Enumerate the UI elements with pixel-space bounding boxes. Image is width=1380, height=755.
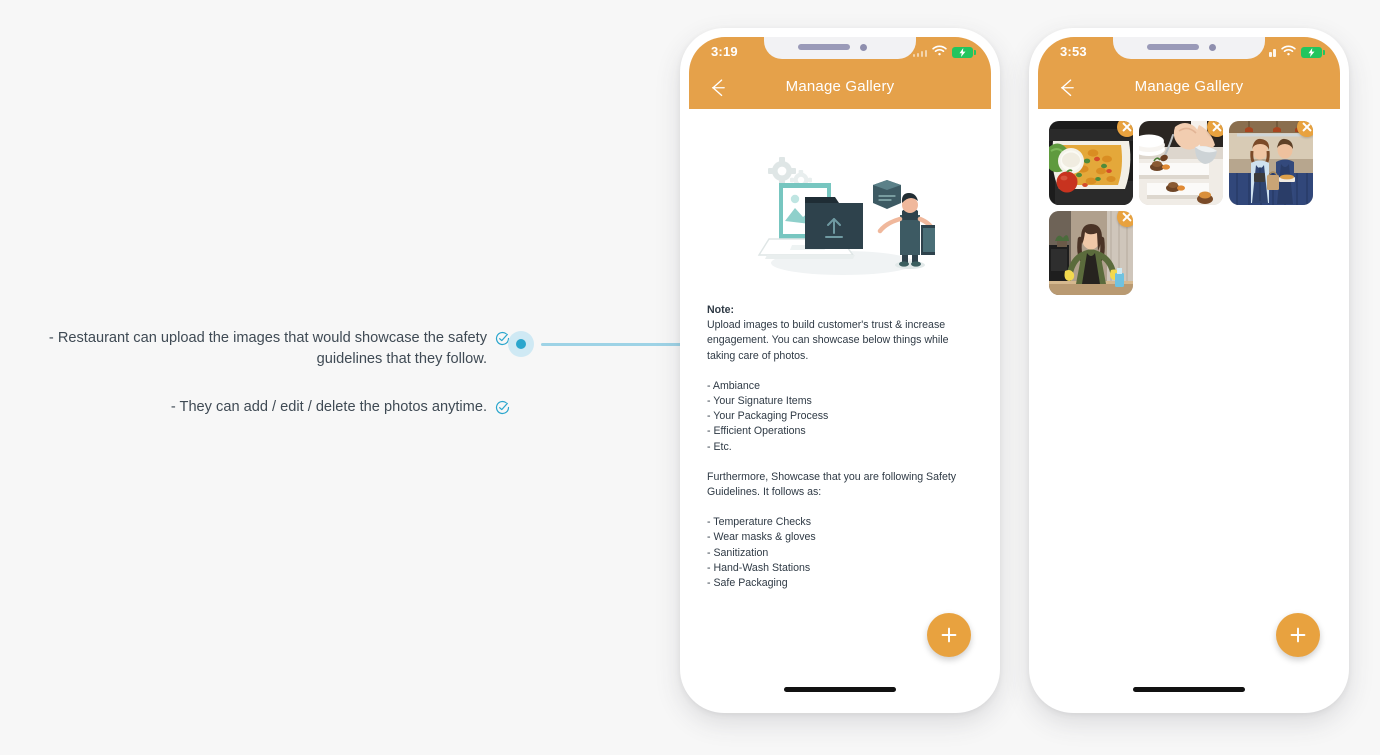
annotation-text: - Restaurant can upload the images that …	[48, 330, 487, 367]
note-list-item: - Safe Packaging	[707, 577, 788, 590]
note-list-item: - Etc.	[707, 440, 732, 453]
phone1-statusbar: 3:19	[689, 37, 991, 71]
note-list-item: - Wear masks & gloves	[707, 531, 816, 544]
add-photo-fab-button[interactable]	[1276, 613, 1320, 657]
note-paragraph-2: Furthermore, Showcase that you are follo…	[707, 470, 957, 499]
wifi-icon	[932, 43, 947, 61]
speaker-grille	[798, 44, 850, 50]
plus-icon	[1290, 627, 1306, 643]
page-title: Manage Gallery	[785, 78, 895, 95]
note-list-item: - Your Packaging Process	[707, 410, 829, 423]
connector-line	[541, 342, 685, 346]
annotation-item: - They can add / edit / delete the photo…	[40, 397, 510, 418]
phone2-screen: 3:53 Manage Gallery	[1038, 37, 1340, 704]
notch	[764, 37, 916, 59]
annotation-list: - Restaurant can upload the images that …	[40, 328, 510, 418]
delete-circle-icon[interactable]	[1117, 211, 1133, 227]
annotation-item: - Restaurant can upload the images that …	[40, 328, 510, 369]
thumbnail-woman-cleaning-gloves[interactable]	[1049, 211, 1133, 295]
thumbnail-chef-plating-dish[interactable]	[1139, 121, 1223, 205]
note-list-item: - Temperature Checks	[707, 516, 812, 529]
phone-mockup-empty-gallery: 3:19 Manage Gallery Note: Upload images …	[680, 28, 1000, 713]
annotation-text: - They can add / edit / delete the photo…	[170, 399, 487, 415]
add-photo-fab-button[interactable]	[927, 613, 971, 657]
note-paragraph: Upload images to build customer's trust …	[707, 319, 949, 362]
battery-charging-icon	[952, 46, 976, 58]
phone2-statusbar: 3:53	[1038, 37, 1340, 71]
check-circle-icon	[495, 400, 510, 415]
status-icons	[1268, 43, 1325, 61]
phone-mockup-filled-gallery: 3:53 Manage Gallery	[1029, 28, 1349, 713]
home-indicator	[784, 687, 896, 692]
note-title: Note:	[707, 304, 735, 316]
phone1-screen: 3:19 Manage Gallery Note: Upload images …	[689, 37, 991, 704]
thumbnail-restaurant-staff-couple[interactable]	[1229, 121, 1313, 205]
phone2-topbar: 3:53 Manage Gallery	[1038, 37, 1340, 109]
illustration-wrap	[689, 149, 991, 289]
phone1-topbar: 3:19 Manage Gallery	[689, 37, 991, 109]
page-title: Manage Gallery	[1134, 78, 1244, 95]
connector-dot	[516, 339, 526, 349]
status-time: 3:53	[1060, 44, 1087, 59]
delete-circle-icon[interactable]	[1297, 121, 1313, 137]
status-icons	[912, 43, 976, 61]
note-list-item: - Hand-Wash Stations	[707, 561, 811, 574]
speaker-grille	[1147, 44, 1199, 50]
gallery-grid	[1038, 109, 1340, 295]
home-indicator	[1133, 687, 1245, 692]
wifi-icon	[1281, 43, 1296, 61]
thumbnail-takeout-pasta-box[interactable]	[1049, 121, 1133, 205]
signal-bars-icon	[1268, 47, 1276, 57]
signal-dots-icon	[912, 47, 927, 57]
front-camera-icon	[860, 44, 867, 51]
note-block: Note: Upload images to build customer's …	[689, 289, 991, 591]
phone1-content: Note: Upload images to build customer's …	[689, 109, 991, 704]
phone2-content	[1038, 109, 1340, 704]
delete-circle-icon[interactable]	[1117, 121, 1133, 137]
status-time: 3:19	[711, 44, 738, 59]
annotation-connector	[508, 331, 688, 357]
front-camera-icon	[1209, 44, 1216, 51]
plus-icon	[941, 627, 957, 643]
battery-charging-icon	[1301, 46, 1325, 58]
note-list-item: - Efficient Operations	[707, 425, 806, 438]
delete-circle-icon[interactable]	[1207, 121, 1223, 137]
note-list-item: - Ambiance	[707, 379, 760, 392]
note-list-item: - Sanitization	[707, 546, 769, 559]
notch	[1113, 37, 1265, 59]
note-list-item: - Your Signature Items	[707, 395, 812, 408]
upload-files-illustration	[757, 157, 935, 275]
phone1-appbar: Manage Gallery	[689, 71, 991, 109]
phone2-appbar: Manage Gallery	[1038, 71, 1340, 109]
